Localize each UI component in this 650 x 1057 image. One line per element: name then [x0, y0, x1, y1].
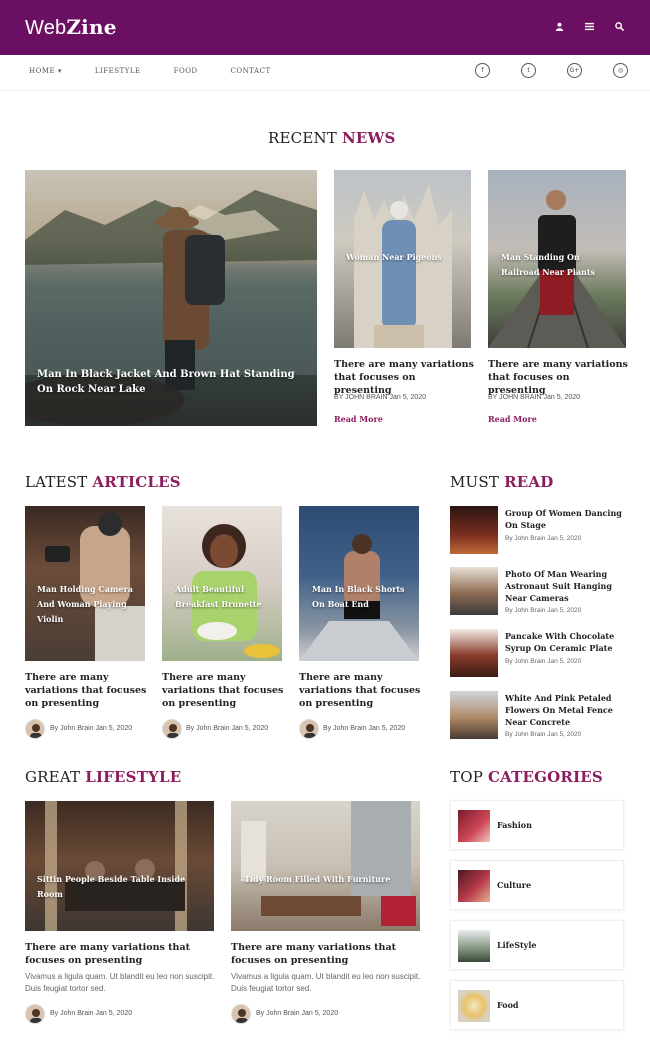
recent-card-1-read-more[interactable]: Read More [334, 414, 383, 424]
social-links: f t G+ ◎ [475, 63, 628, 78]
header-icons [546, 13, 632, 39]
site-logo[interactable]: WebZine [25, 15, 117, 40]
avatar[interactable] [231, 1004, 251, 1024]
must-read-2-thumbnail[interactable] [450, 567, 498, 615]
category-culture-label: Culture [497, 880, 532, 890]
must-read-1-meta: By John Brain Jan 5, 2020 [505, 535, 582, 542]
category-fashion-label: Fashion [497, 820, 532, 830]
lifestyle-card-2-caption[interactable]: Tidy Room Filled With Furniture [244, 872, 409, 887]
must-read-4-meta: By John Brain Jan 5, 2020 [505, 731, 582, 738]
twitter-icon[interactable]: t [521, 63, 536, 78]
recent-card-2-read-more[interactable]: Read More [488, 414, 537, 424]
top-header-bar: WebZine [0, 0, 650, 55]
must-read-2-meta: By John Brain Jan 5, 2020 [505, 607, 582, 614]
user-icon[interactable] [546, 13, 572, 39]
facebook-icon[interactable]: f [475, 63, 490, 78]
avatar[interactable] [25, 719, 45, 739]
recent-card-1-headline[interactable]: There are many variations that focuses o… [334, 358, 474, 397]
must-read-3-title[interactable]: Pancake With Chocolate Syrup On Ceramic … [505, 630, 623, 654]
recent-card-1-meta: BY JOHN BRAIN Jan 5, 2020 [334, 394, 427, 401]
nav-item-contact[interactable]: CONTACT [231, 67, 271, 75]
category-culture[interactable]: Culture [450, 860, 624, 910]
latest-card-3-meta: By John Brain Jan 5, 2020 [323, 725, 406, 732]
category-lifestyle-label: LifeStyle [497, 940, 537, 950]
category-culture-thumbnail [458, 870, 490, 902]
must-read-4-thumbnail[interactable] [450, 691, 498, 739]
category-food-label: Food [497, 1000, 519, 1010]
recent-news-heading: RECENT NEWS [268, 129, 396, 147]
hero-caption[interactable]: Man In Black Jacket And Brown Hat Standi… [37, 367, 307, 397]
lifestyle-card-1-caption[interactable]: Sittin People Beside Table Inside Room [37, 872, 202, 902]
nav-item-lifestyle[interactable]: LIFESTYLE [95, 67, 141, 75]
category-lifestyle-thumbnail [458, 930, 490, 962]
nav-item-food[interactable]: FOOD [174, 67, 198, 75]
lifestyle-card-1-meta: By John Brain Jan 5, 2020 [50, 1010, 133, 1017]
top-categories-heading: TOP CATEGORIES [450, 768, 603, 786]
category-food[interactable]: Food [450, 980, 624, 1030]
latest-card-1-caption[interactable]: Man Holding Camera And Woman Playing Vio… [37, 582, 137, 627]
must-read-1-thumbnail[interactable] [450, 506, 498, 554]
google-plus-icon[interactable]: G+ [567, 63, 582, 78]
lifestyle-card-2-headline[interactable]: There are many variations that focuses o… [231, 941, 421, 967]
must-read-3-thumbnail[interactable] [450, 629, 498, 677]
recent-card-2-headline[interactable]: There are many variations that focuses o… [488, 358, 628, 397]
latest-card-2-image[interactable]: Adult Beautiful Breakfast Brunette [162, 506, 282, 661]
search-icon[interactable] [606, 13, 632, 39]
must-read-3-meta: By John Brain Jan 5, 2020 [505, 658, 582, 665]
latest-card-1-meta: By John Brain Jan 5, 2020 [50, 725, 133, 732]
latest-card-1-image[interactable]: Man Holding Camera And Woman Playing Vio… [25, 506, 145, 661]
latest-articles-heading: LATEST ARTICLES [25, 473, 181, 491]
lifestyle-card-1-headline[interactable]: There are many variations that focuses o… [25, 941, 215, 967]
lifestyle-card-2-meta: By John Brain Jan 5, 2020 [256, 1010, 339, 1017]
lifestyle-card-1-image[interactable]: Sittin People Beside Table Inside Room [25, 801, 214, 931]
recent-card-1-image[interactable]: Woman Near Pigeons [334, 170, 471, 348]
instagram-icon[interactable]: ◎ [613, 63, 628, 78]
lifestyle-card-2-excerpt: Vivamus a ligula quam. Ut blandit eu leo… [231, 972, 421, 993]
latest-card-2-headline[interactable]: There are many variations that focuses o… [162, 671, 284, 710]
category-fashion[interactable]: Fashion [450, 800, 624, 850]
lifestyle-card-2-image[interactable]: Tidy Room Filled With Furniture [231, 801, 420, 931]
latest-card-3-caption[interactable]: Man In Black Shorts On Boat End [312, 582, 412, 612]
avatar[interactable] [162, 719, 182, 739]
category-food-thumbnail [458, 990, 490, 1022]
recent-card-2-meta: BY JOHN BRAIN Jan 5, 2020 [488, 394, 581, 401]
latest-card-3-image[interactable]: Man In Black Shorts On Boat End [299, 506, 419, 661]
latest-card-2-meta: By John Brain Jan 5, 2020 [186, 725, 269, 732]
recent-card-1-caption[interactable]: Woman Near Pigeons [346, 251, 461, 264]
lifestyle-card-1-excerpt: Vivamus a ligula quam. Ut blandit eu leo… [25, 972, 215, 993]
avatar[interactable] [299, 719, 319, 739]
recent-card-2-image[interactable]: Man Standing On Railroad Near Plants [488, 170, 626, 348]
hero-image[interactable]: Man In Black Jacket And Brown Hat Standi… [25, 170, 317, 426]
latest-card-1-headline[interactable]: There are many variations that focuses o… [25, 671, 147, 710]
latest-card-2-caption[interactable]: Adult Beautiful Breakfast Brunette [175, 582, 275, 612]
must-read-2-title[interactable]: Photo Of Man Wearing Astronaut Suit Hang… [505, 568, 623, 604]
must-read-heading: MUST READ [450, 473, 554, 491]
category-lifestyle[interactable]: LifeStyle [450, 920, 624, 970]
must-read-4-title[interactable]: White And Pink Petaled Flowers On Metal … [505, 692, 623, 728]
nav-item-home[interactable]: HOME ▾ [29, 67, 62, 75]
main-navigation: HOME ▾ LIFESTYLE FOOD CONTACT f t G+ ◎ [0, 55, 650, 91]
great-lifestyle-heading: GREAT LIFESTYLE [25, 768, 182, 786]
must-read-1-title[interactable]: Group Of Women Dancing On Stage [505, 507, 623, 531]
category-fashion-thumbnail [458, 810, 490, 842]
menu-icon[interactable] [576, 13, 602, 39]
latest-card-3-headline[interactable]: There are many variations that focuses o… [299, 671, 421, 710]
recent-card-2-caption[interactable]: Man Standing On Railroad Near Plants [501, 250, 616, 280]
avatar[interactable] [25, 1004, 45, 1024]
